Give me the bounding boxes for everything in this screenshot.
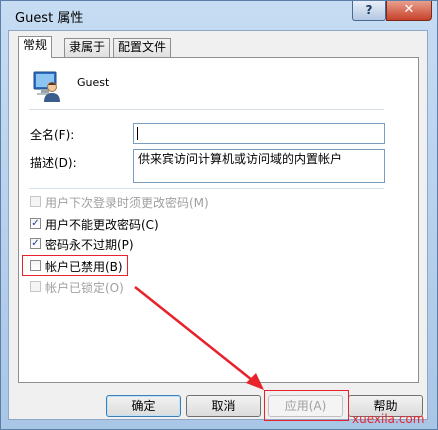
checkbox-box[interactable] — [30, 281, 41, 292]
tab-general[interactable]: 常规 — [18, 36, 53, 58]
tab-profile[interactable]: 配置文件 — [113, 38, 172, 57]
checkbox-box[interactable]: ✓ — [30, 238, 41, 249]
close-button[interactable]: ✕ — [386, 1, 432, 21]
watermark: xuexila.com — [352, 412, 425, 426]
checkbox-label: 用户不能更改密码(C) — [45, 218, 159, 232]
title-bar[interactable]: Guest 属性 ? ✕ — [1, 1, 438, 31]
annotation-highlight-apply — [264, 390, 349, 421]
tab-member-of[interactable]: 隶属于 — [64, 38, 111, 57]
checkbox-box[interactable] — [30, 196, 41, 207]
fullname-label: 全名(F): — [30, 128, 75, 142]
ok-button[interactable]: 确定 — [106, 395, 181, 417]
window-title: Guest 属性 — [15, 11, 84, 26]
annotation-highlight-disabled — [22, 255, 128, 276]
checkbox-label: 用户下次登录时须更改密码(M) — [45, 196, 209, 210]
checkbox-label: 密码永不过期(P) — [45, 238, 134, 252]
user-account-icon — [33, 71, 60, 102]
fullname-input[interactable] — [133, 123, 385, 144]
separator-bottom — [29, 188, 384, 189]
help-title-button[interactable]: ? — [352, 1, 386, 21]
checkbox-label: 帐户已锁定(O) — [45, 281, 124, 295]
checkbox-box[interactable]: ✓ — [30, 218, 41, 229]
separator-top — [29, 109, 384, 110]
cancel-button[interactable]: 取消 — [186, 395, 261, 417]
user-name: Guest — [77, 76, 110, 89]
description-label: 描述(D): — [30, 156, 77, 170]
text-caret — [137, 127, 138, 140]
description-input[interactable]: 供来宾访问计算机或访问域的内置帐户 — [133, 149, 385, 183]
